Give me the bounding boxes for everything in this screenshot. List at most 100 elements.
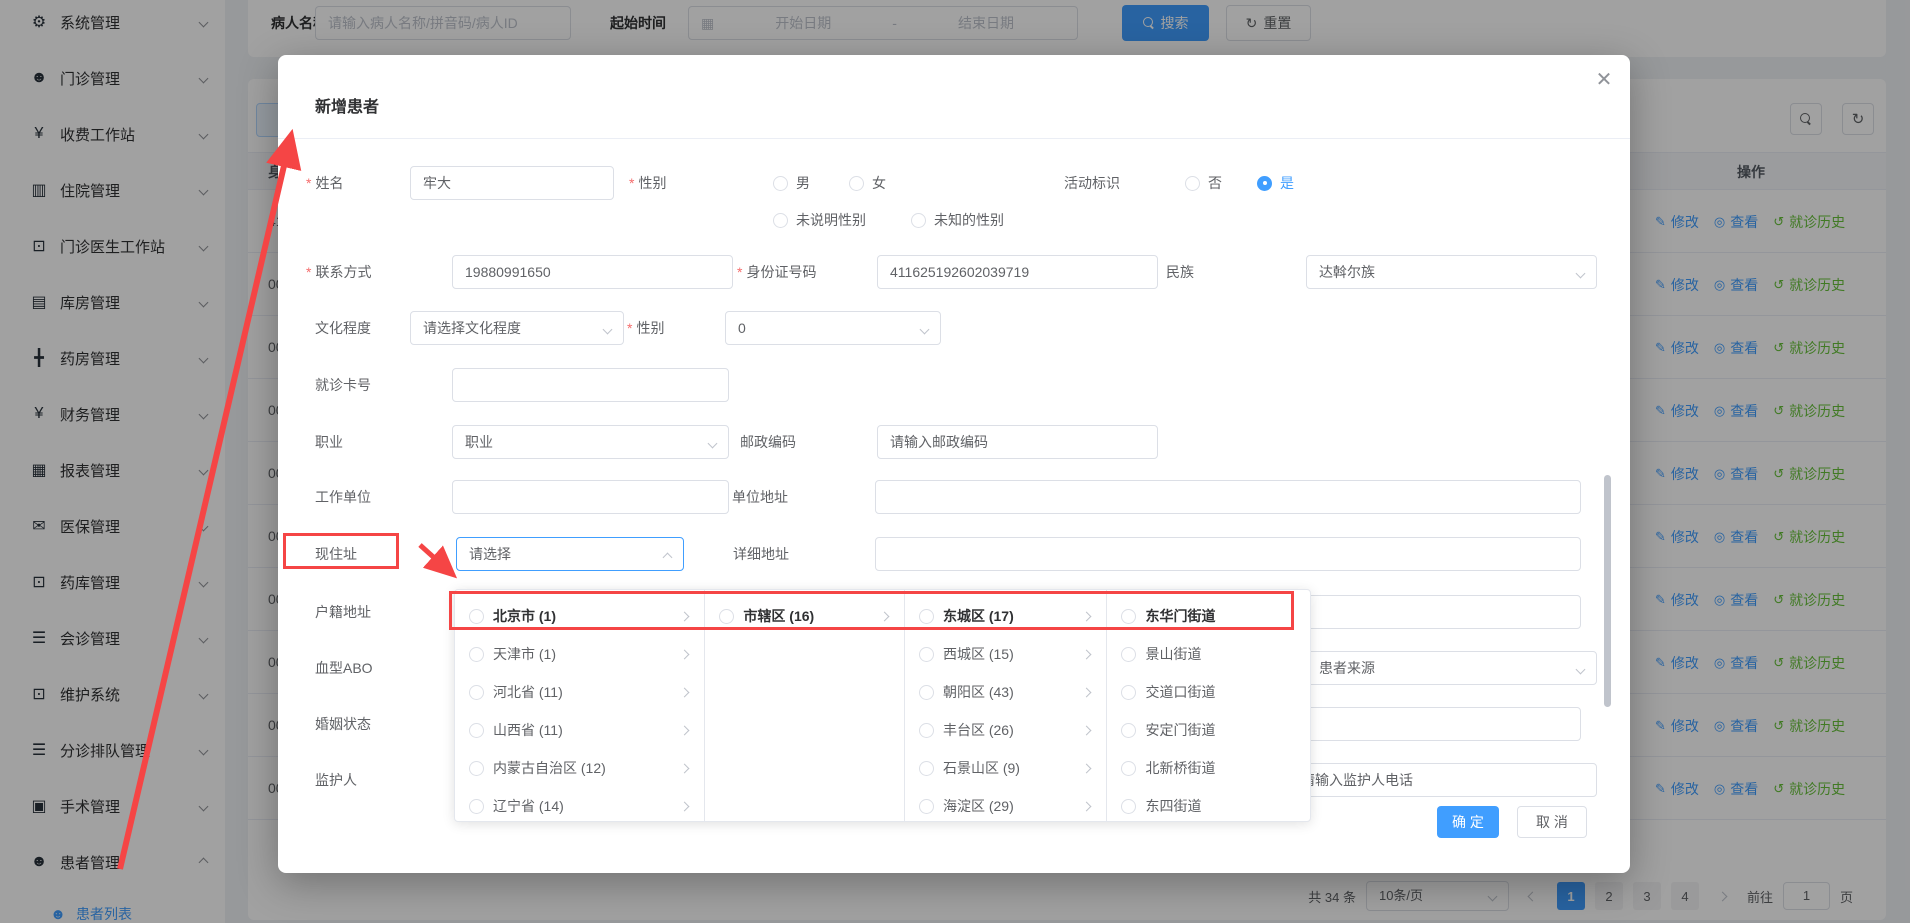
blood-type-label: 血型ABO: [315, 651, 373, 685]
cascader-option-label: 内蒙古自治区 (12): [493, 758, 606, 778]
cascader-option[interactable]: 辽宁省 (14): [455, 787, 704, 821]
chevron-down-icon: [708, 439, 718, 449]
active-radio-yes[interactable]: 是: [1257, 166, 1294, 200]
contact-input[interactable]: 19880991650: [452, 255, 733, 289]
chevron-right-icon: [1082, 763, 1092, 773]
cascader-option[interactable]: 内蒙古自治区 (12): [455, 749, 704, 787]
radio-icon: [469, 761, 484, 776]
cascader-column-1: 北京市 (1) 天津市 (1) 河北省 (11) 山西省 (11) 内蒙古自治区 (12…: [455, 590, 705, 821]
cascader-option[interactable]: 山西省 (11): [455, 711, 704, 749]
confirm-button[interactable]: 确 定: [1437, 806, 1499, 838]
radio-icon: [773, 213, 788, 228]
cascader-option-label: 北新桥街道: [1145, 758, 1215, 778]
ethnic-select[interactable]: 达斡尔族: [1306, 255, 1597, 289]
occupation-select[interactable]: 职业: [452, 425, 729, 459]
guardian-phone-input[interactable]: 请输入监护人电话: [1288, 763, 1597, 797]
close-icon[interactable]: ✕: [1588, 63, 1620, 95]
active-flag-label: 活动标识: [1064, 166, 1120, 200]
chevron-down-icon: [920, 325, 930, 335]
cascader-option[interactable]: 安定门街道: [1107, 711, 1310, 749]
gender-radio-unspecified[interactable]: 未说明性别: [773, 203, 866, 237]
education-label: 文化程度: [315, 311, 371, 345]
radio-icon: [919, 685, 934, 700]
cascader-option[interactable]: 北京市 (1): [455, 597, 704, 635]
current-address-cascader-select[interactable]: 请选择: [456, 537, 684, 571]
radio-icon: [469, 723, 484, 738]
cascader-option-label: 石景山区 (9): [943, 758, 1020, 778]
modal-header-divider: [278, 138, 1630, 139]
cascader-option-label: 山西省 (11): [493, 720, 563, 740]
gender-radio-male[interactable]: 男: [773, 166, 810, 200]
cascader-option-label: 河北省 (11): [493, 682, 563, 702]
patient-source-select[interactable]: 患者来源: [1306, 651, 1597, 685]
cancel-button[interactable]: 取 消: [1517, 806, 1587, 838]
radio-icon: [849, 176, 864, 191]
cascader-option[interactable]: 河北省 (11): [455, 673, 704, 711]
card-no-label: 就诊卡号: [315, 368, 371, 402]
name-input[interactable]: 牢大: [410, 166, 614, 200]
radio-icon: [919, 609, 934, 624]
gender-radio-female[interactable]: 女: [849, 166, 886, 200]
gender-radio-unknown[interactable]: 未知的性别: [911, 203, 1004, 237]
current-address-label: 现住址: [315, 537, 357, 571]
cascader-option-label: 东华门街道: [1145, 606, 1215, 626]
cascader-option[interactable]: 丰台区 (26): [905, 711, 1107, 749]
radio-icon: [919, 799, 934, 814]
cascader-option[interactable]: 海淀区 (29): [905, 787, 1107, 821]
radio-icon: [469, 647, 484, 662]
active-radio-no[interactable]: 否: [1185, 166, 1222, 200]
detail-address-input[interactable]: [875, 537, 1581, 571]
chevron-right-icon: [1082, 687, 1092, 697]
cascader-option-label: 安定门街道: [1145, 720, 1215, 740]
cascader-option[interactable]: 天津市 (1): [455, 635, 704, 673]
radio-icon: [719, 609, 734, 624]
cascader-option-label: 东四街道: [1145, 796, 1201, 816]
chevron-right-icon: [680, 725, 690, 735]
work-unit-label: 工作单位: [315, 480, 371, 514]
unit-address-label: 单位地址: [732, 480, 788, 514]
postcode-input[interactable]: 请输入邮政编码: [877, 425, 1158, 459]
work-unit-input[interactable]: [452, 480, 729, 514]
chevron-up-icon: [663, 553, 673, 563]
radio-icon: [919, 647, 934, 662]
cascader-option[interactable]: 交道口街道: [1107, 673, 1310, 711]
cascader-option[interactable]: 西城区 (15): [905, 635, 1107, 673]
cascader-option[interactable]: 石景山区 (9): [905, 749, 1107, 787]
radio-icon: [469, 609, 484, 624]
radio-icon: [919, 723, 934, 738]
chevron-right-icon: [1082, 611, 1092, 621]
chevron-down-icon: [603, 325, 613, 335]
unit-address-input[interactable]: [875, 480, 1581, 514]
chevron-right-icon: [880, 611, 890, 621]
cascader-option[interactable]: 东四街道: [1107, 787, 1310, 821]
cascader-option[interactable]: 东华门街道: [1107, 597, 1310, 635]
chevron-down-icon: [1576, 269, 1586, 279]
cascader-option[interactable]: 景山街道: [1107, 635, 1310, 673]
cascader-option[interactable]: 市辖区 (16): [705, 597, 904, 635]
id-number-label: 身份证号码: [737, 255, 816, 289]
radio-icon: [1121, 685, 1136, 700]
gender2-select[interactable]: 0: [725, 311, 941, 345]
chevron-right-icon: [680, 649, 690, 659]
chevron-right-icon: [680, 611, 690, 621]
radio-icon: [1121, 647, 1136, 662]
marital-status-label: 婚姻状态: [315, 707, 371, 741]
id-number-input[interactable]: 411625192602039719: [877, 255, 1158, 289]
modal-scrollbar-thumb[interactable]: [1604, 475, 1611, 707]
radio-icon: [1121, 723, 1136, 738]
cascader-option-label: 天津市 (1): [493, 644, 556, 664]
cascader-option[interactable]: 东城区 (17): [905, 597, 1107, 635]
contact-label: 联系方式: [306, 255, 371, 289]
cascader-option-label: 海淀区 (29): [943, 796, 1014, 816]
detail-address-label: 详细地址: [733, 537, 789, 571]
gender2-label: 性别: [627, 311, 664, 345]
card-no-input[interactable]: [452, 368, 729, 402]
cascader-option-label: 辽宁省 (14): [493, 796, 564, 816]
education-select[interactable]: 请选择文化程度: [410, 311, 624, 345]
cascader-option[interactable]: 北新桥街道: [1107, 749, 1310, 787]
radio-icon: [1185, 176, 1200, 191]
chevron-right-icon: [1082, 649, 1092, 659]
radio-icon: [1121, 799, 1136, 814]
cascader-option-label: 景山街道: [1145, 644, 1201, 664]
cascader-option[interactable]: 朝阳区 (43): [905, 673, 1107, 711]
